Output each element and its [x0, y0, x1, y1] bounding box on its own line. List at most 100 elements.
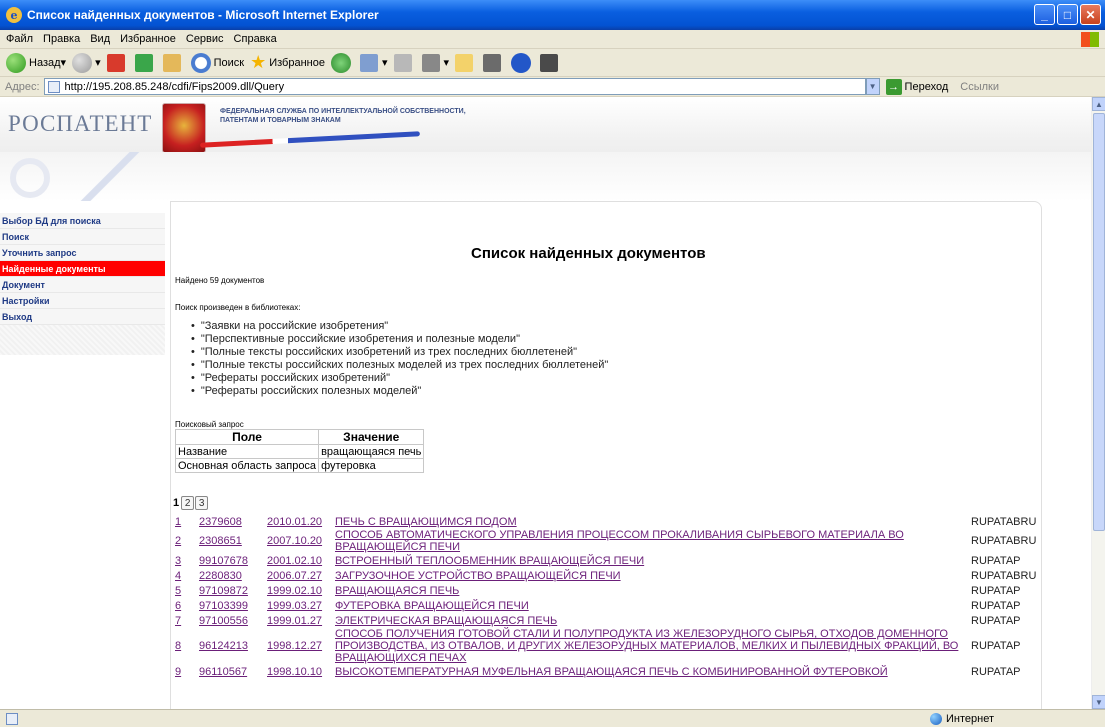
result-title-link[interactable]: СПОСОБ ПОЛУЧЕНИЯ ГОТОВОЙ СТАЛИ И ПОЛУПРО…: [335, 628, 958, 664]
rospatent-logo[interactable]: РОСПАТЕНТ: [8, 111, 152, 137]
refresh-button[interactable]: [134, 53, 157, 72]
result-title-link-cell: ВСТРОЕННЫЙ ТЕПЛООБМЕННИК ВРАЩАЮЩЕЙСЯ ПЕЧ…: [333, 553, 969, 568]
result-title-link[interactable]: ВЫСОКОТЕМПЕРАТУРНАЯ МУФЕЛЬНАЯ ВРАЩАЮЩАЯС…: [335, 666, 888, 678]
print-button[interactable]: [393, 53, 416, 72]
edit-button[interactable]: ▾: [421, 53, 449, 72]
menu-favorites[interactable]: Избранное: [120, 33, 176, 45]
result-id[interactable]: 99107678: [199, 555, 248, 567]
research-button[interactable]: [483, 53, 505, 72]
stop-button[interactable]: [106, 53, 129, 72]
page-link-2[interactable]: 2: [181, 496, 195, 510]
result-number-cell: 9: [173, 664, 197, 679]
result-date[interactable]: 2006.07.27: [267, 570, 322, 582]
address-dropdown-button[interactable]: ▼: [865, 78, 880, 95]
table-cell: Основная область запроса: [174, 458, 320, 473]
result-number[interactable]: 3: [175, 555, 181, 567]
result-id[interactable]: 2280830: [199, 570, 242, 582]
result-date-cell: 1999.01.27: [265, 613, 333, 628]
table-row: 8 96124213 1998.12.27 СПОСОБ ПОЛУЧЕНИЯ ГОТО…: [173, 628, 1039, 664]
menu-edit[interactable]: Правка: [43, 33, 80, 45]
sidebar-item-settings[interactable]: Настройки: [0, 293, 165, 309]
result-title-link[interactable]: ВСТРОЕННЫЙ ТЕПЛООБМЕННИК ВРАЩАЮЩЕЙСЯ ПЕЧ…: [335, 555, 644, 567]
sidebar-item-document[interactable]: Документ: [0, 277, 165, 293]
result-date[interactable]: 1999.02.10: [267, 585, 322, 597]
result-title-link[interactable]: ПЕЧЬ С ВРАЩАЮЩИМСЯ ПОДОМ: [335, 516, 517, 528]
result-id[interactable]: 97100556: [199, 615, 248, 627]
sidebar-item-exit[interactable]: Выход: [0, 309, 165, 325]
result-number[interactable]: 6: [175, 600, 181, 612]
result-number[interactable]: 4: [175, 570, 181, 582]
query-caption: Поисковый запрос: [175, 420, 244, 429]
minimize-button[interactable]: _: [1034, 4, 1055, 25]
result-date[interactable]: 1999.01.27: [267, 615, 322, 627]
result-title-link[interactable]: СПОСОБ АВТОМАТИЧЕСКОГО УПРАВЛЕНИЯ ПРОЦЕС…: [335, 529, 904, 553]
messenger-button[interactable]: [540, 53, 562, 72]
result-date-cell: 1998.10.10: [265, 664, 333, 679]
scroll-up-button[interactable]: ▲: [1092, 97, 1105, 111]
go-button[interactable]: → Переход: [885, 78, 948, 95]
result-number[interactable]: 1: [175, 516, 181, 528]
sidebar-item-select-db[interactable]: Выбор БД для поиска: [0, 213, 165, 229]
result-date[interactable]: 1998.12.27: [267, 640, 322, 652]
result-number[interactable]: 8: [175, 640, 181, 652]
result-number-cell: 7: [173, 613, 197, 628]
result-date[interactable]: 2010.01.20: [267, 516, 322, 528]
sidebar-item-refine[interactable]: Уточнить запрос: [0, 245, 165, 261]
result-number[interactable]: 5: [175, 585, 181, 597]
search-button[interactable]: Поиск: [190, 52, 244, 73]
page-link-3[interactable]: 3: [195, 496, 209, 510]
menu-tools[interactable]: Сервис: [186, 33, 224, 45]
home-icon: [162, 53, 181, 72]
window-titlebar: e Список найденных документов - Microsof…: [0, 0, 1105, 30]
result-title-link-cell: ЗАГРУЗОЧНОЕ УСТРОЙСТВО ВРАЩАЮЩЕЙСЯ ПЕЧИ: [333, 568, 969, 583]
research-icon: [483, 53, 502, 72]
links-button[interactable]: Ссылки: [960, 81, 999, 93]
result-id[interactable]: 97103399: [199, 600, 248, 612]
folder-button[interactable]: [455, 53, 477, 72]
address-bar: Адрес: http://195.208.85.248/cdfi/Fips20…: [0, 77, 1105, 97]
sidebar-item-search[interactable]: Поиск: [0, 229, 165, 245]
result-title-link[interactable]: ВРАЩАЮЩАЯСЯ ПЕЧЬ: [335, 585, 459, 597]
back-button[interactable]: Назад ▾: [6, 52, 66, 73]
result-number[interactable]: 7: [175, 615, 181, 627]
result-id[interactable]: 96110567: [199, 666, 247, 678]
bluetooth-button[interactable]: [511, 52, 534, 73]
history-button[interactable]: [330, 52, 354, 73]
result-id[interactable]: 2379608: [199, 516, 242, 528]
scroll-down-button[interactable]: ▼: [1092, 695, 1105, 709]
page-icon: [47, 81, 60, 93]
mail-button[interactable]: ▾: [359, 53, 388, 72]
scrollbar-thumb[interactable]: [1093, 113, 1105, 531]
result-id[interactable]: 97109872: [199, 585, 248, 597]
vertical-scrollbar[interactable]: ▲ ▼: [1091, 97, 1105, 709]
result-date[interactable]: 2001.02.10: [267, 555, 322, 567]
forward-button[interactable]: ▾: [72, 52, 101, 73]
favorites-button[interactable]: ★ Избранное: [250, 52, 325, 73]
result-date[interactable]: 1999.03.27: [267, 600, 322, 612]
result-date-cell: 1999.02.10: [265, 583, 333, 598]
sidebar-item-found[interactable]: Найденные документы: [0, 261, 165, 277]
menu-file[interactable]: Файл: [6, 33, 33, 45]
result-number[interactable]: 2: [175, 535, 181, 547]
result-date[interactable]: 2007.10.20: [267, 535, 322, 547]
banner-decoration: [0, 152, 1091, 201]
menu-view[interactable]: Вид: [90, 33, 110, 45]
globe-icon: [930, 712, 942, 725]
list-item: "Полные тексты российских изобретений из…: [191, 346, 608, 359]
maximize-button[interactable]: □: [1057, 4, 1078, 25]
result-source: RUPATABRU: [971, 535, 1037, 547]
result-number-cell: 8: [173, 628, 197, 664]
result-id[interactable]: 96124213: [199, 640, 248, 652]
result-date[interactable]: 1998.10.10: [267, 666, 322, 678]
address-input[interactable]: http://195.208.85.248/cdfi/Fips2009.dll/…: [43, 78, 866, 95]
result-title-link[interactable]: ЗАГРУЗОЧНОЕ УСТРОЙСТВО ВРАЩАЮЩЕЙСЯ ПЕЧИ: [335, 570, 621, 582]
home-button[interactable]: [162, 53, 185, 72]
result-number[interactable]: 9: [175, 666, 181, 678]
result-title-link[interactable]: ЭЛЕКТРИЧЕСКАЯ ВРАЩАЮЩАЯСЯ ПЕЧЬ: [335, 615, 557, 627]
result-id[interactable]: 2308651: [199, 535, 242, 547]
result-title-link[interactable]: ФУТЕРОВКА ВРАЩАЮЩЕЙСЯ ПЕЧИ: [335, 600, 529, 612]
menu-help[interactable]: Справка: [234, 33, 277, 45]
table-cell: футеровка: [318, 458, 425, 473]
table-row: 2 2308651 2007.10.20 СПОСОБ АВТОМАТИЧЕСКОГО…: [173, 529, 1039, 553]
close-button[interactable]: ✕: [1080, 4, 1101, 25]
